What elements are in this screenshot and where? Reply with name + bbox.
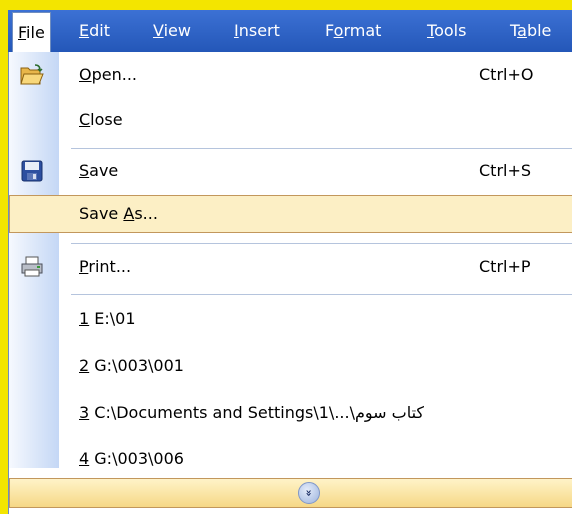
menu-item-close[interactable]: Close	[9, 101, 572, 139]
save-text: ave	[89, 161, 119, 180]
recent-file-number: 2	[79, 356, 90, 375]
menu-item-open-label: Open...	[79, 56, 137, 94]
recent-file-number: 3	[79, 403, 90, 422]
close-text: lose	[90, 110, 123, 129]
recent-file-path: G:\003\001	[89, 356, 184, 375]
print-shortcut: Ctrl+P	[479, 257, 531, 276]
recent-file-item[interactable]: 3 C:\Documents and Settings\1\...\کتاب س…	[9, 394, 572, 432]
menu-separator	[71, 294, 572, 295]
recent-file-path: G:\003\006	[89, 449, 184, 468]
recent-file-item[interactable]: 1 E:\01	[9, 300, 572, 338]
menu-format[interactable]: Format	[325, 19, 381, 43]
menu-tools-label: ools	[434, 21, 467, 40]
menu-item-print[interactable]: Print... Ctrl+P	[9, 248, 572, 286]
menu-table[interactable]: Table	[510, 19, 551, 43]
menu-insert[interactable]: Insert	[234, 19, 280, 43]
open-shortcut: Ctrl+O	[479, 65, 534, 84]
recent-file-number: 4	[79, 449, 90, 468]
recent-file-path: C:\Documents and Settings\1\...\کتاب سوم	[89, 403, 425, 422]
printer-icon	[20, 256, 44, 278]
recent-file-number: 1	[79, 309, 90, 328]
menu-separator	[71, 148, 572, 149]
expand-menu-bar[interactable]: »	[9, 478, 572, 508]
recent-file-label: 3 C:\Documents and Settings\1\...\کتاب س…	[79, 394, 424, 432]
recent-file-item[interactable]: 2 G:\003\001	[9, 347, 572, 385]
menu-item-close-label: Close	[79, 101, 123, 139]
menu-separator	[71, 243, 572, 244]
menu-table-mnemonic: a	[517, 21, 527, 40]
menu-item-save-label: Save	[79, 152, 118, 190]
expand-glyph: »	[302, 489, 316, 497]
folder-open-icon	[20, 64, 44, 86]
menu-insert-label: nsert	[238, 21, 280, 40]
print-text: rint...	[88, 257, 132, 276]
menu-view-label: iew	[163, 21, 191, 40]
save-as-mnemonic: A	[123, 204, 135, 223]
open-mnemonic: O	[79, 65, 92, 84]
save-as-prefix: Save	[79, 204, 124, 223]
menu-item-print-label: Print...	[79, 248, 131, 286]
menu-file[interactable]: File	[12, 12, 51, 52]
save-shortcut: Ctrl+S	[479, 161, 532, 180]
word-window: File Edit View Insert Format Tools Table	[8, 10, 572, 514]
menu-item-save-as[interactable]: Save As...	[9, 195, 572, 233]
recent-file-label: 1 E:\01	[79, 300, 136, 338]
menu-tools-mnemonic: T	[427, 21, 435, 40]
menu-view-mnemonic: V	[153, 21, 164, 40]
close-mnemonic: C	[79, 110, 91, 129]
menu-format-mnemonic: o	[333, 21, 344, 40]
menu-edit-mnemonic: E	[79, 21, 90, 40]
save-mnemonic: S	[79, 161, 90, 180]
open-text: pen...	[91, 65, 137, 84]
chevron-double-down-icon[interactable]: »	[298, 482, 320, 504]
recent-file-label: 2 G:\003\001	[79, 347, 184, 385]
menu-item-open[interactable]: Open... Ctrl+O	[9, 56, 572, 94]
recent-file-label: 4 G:\003\006	[79, 440, 184, 478]
menu-table-label: ble	[526, 21, 552, 40]
menu-edit[interactable]: Edit	[79, 19, 110, 43]
floppy-disk-icon	[20, 160, 44, 182]
menu-tools[interactable]: Tools	[427, 19, 466, 43]
menu-format-prefix: F	[325, 21, 334, 40]
menu-bar: File Edit View Insert Format Tools Table	[8, 10, 572, 53]
menu-view[interactable]: View	[153, 19, 191, 43]
menu-item-save[interactable]: Save Ctrl+S	[9, 152, 572, 190]
menu-edit-label: dit	[89, 21, 110, 40]
menu-item-save-as-label: Save As...	[79, 196, 158, 232]
recent-file-item[interactable]: 4 G:\003\006	[9, 440, 572, 478]
print-mnemonic: P	[79, 257, 89, 276]
recent-file-path: E:\01	[89, 309, 136, 328]
save-as-text: s...	[134, 204, 158, 223]
menu-file-label: ile	[26, 23, 45, 42]
menu-format-label: rmat	[343, 21, 382, 40]
menu-file-mnemonic: F	[18, 23, 27, 42]
file-menu-dropdown: Open... Ctrl+O Close Save Ctrl+S Save As	[8, 52, 572, 514]
